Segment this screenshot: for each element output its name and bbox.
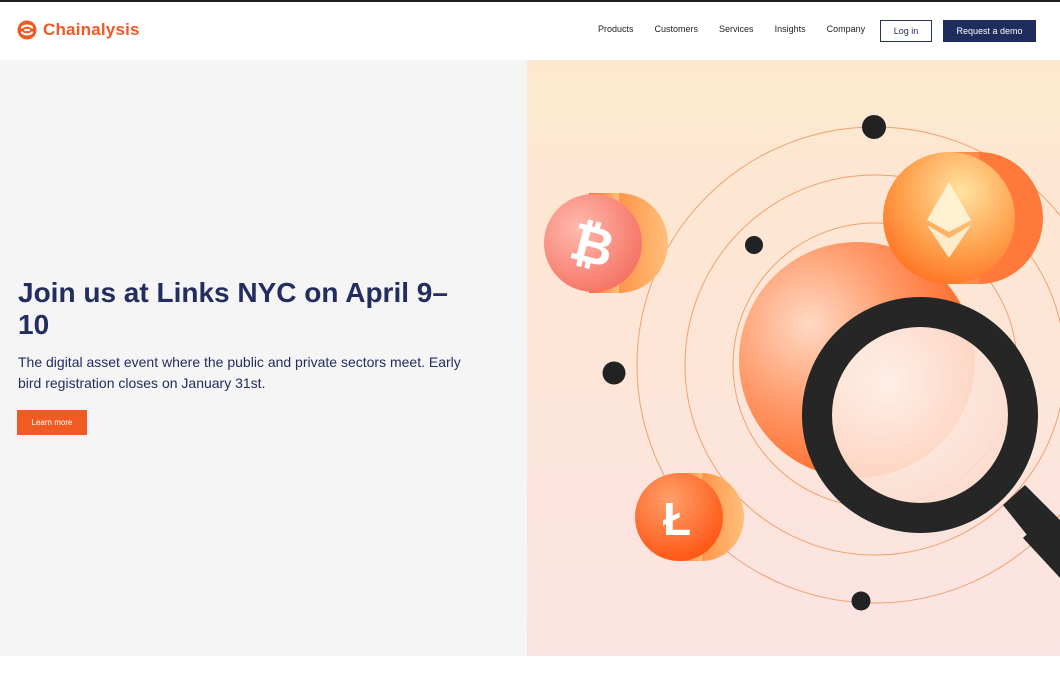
- brand-name: Chainalysis: [43, 20, 140, 39]
- litecoin-coin-icon: Ł: [635, 473, 744, 561]
- login-button[interactable]: Log in: [880, 20, 932, 42]
- nav-item-customers[interactable]: Customers: [655, 24, 699, 34]
- magnifying-glass-icon: [802, 297, 1060, 578]
- bitcoin-coin-icon: ₿: [544, 193, 668, 293]
- planet-dot: [862, 115, 886, 139]
- brand-logo[interactable]: Chainalysis: [17, 20, 140, 40]
- learn-more-button[interactable]: Learn more: [17, 410, 87, 435]
- main-nav: Products Customers Services Insights Com…: [598, 24, 886, 34]
- nav-item-insights[interactable]: Insights: [775, 24, 806, 34]
- request-demo-button[interactable]: Request a demo: [943, 20, 1036, 42]
- planet-dot: [602, 361, 626, 385]
- site-header: Chainalysis Products Customers Services …: [0, 2, 1060, 60]
- ethereum-coin-icon: [883, 152, 1043, 284]
- svg-text:Ł: Ł: [663, 493, 691, 545]
- planet-dot: [745, 236, 763, 254]
- nav-item-company[interactable]: Company: [827, 24, 866, 34]
- nav-item-products[interactable]: Products: [598, 24, 634, 34]
- chainalysis-logo-icon: [17, 20, 37, 40]
- hero-illustration: ₿ Ł: [527, 60, 1060, 656]
- nav-item-services[interactable]: Services: [719, 24, 754, 34]
- hero-title: Join us at Links NYC on April 9–10: [18, 277, 448, 340]
- page-bottom-area: [0, 656, 1060, 700]
- hero-subtitle: The digital asset event where the public…: [18, 354, 461, 391]
- planet-dot: [851, 591, 871, 611]
- crypto-illustration: ₿ Ł: [544, 115, 1060, 611]
